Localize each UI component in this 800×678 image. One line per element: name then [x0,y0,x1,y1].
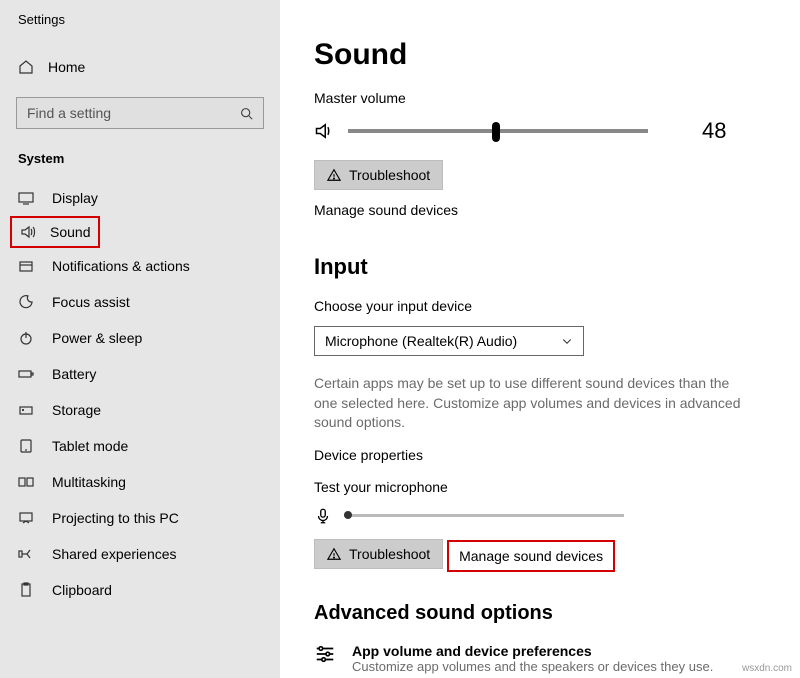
manage-devices-input-link[interactable]: Manage sound devices [447,540,615,572]
sidebar-item-label: Clipboard [52,582,112,598]
sidebar-item-label: Battery [52,366,96,382]
device-properties-link[interactable]: Device properties [314,447,766,463]
app-volume-sub: Customize app volumes and the speakers o… [352,659,713,674]
chevron-down-icon [561,335,573,347]
search-icon [240,107,253,120]
sidebar-item-sound[interactable]: Sound [10,216,100,248]
sidebar-item-label: Display [52,190,98,206]
input-heading: Input [314,254,766,280]
search-input[interactable]: Find a setting [16,97,264,129]
battery-icon [18,366,34,382]
sidebar-item-projecting[interactable]: Projecting to this PC [0,500,280,536]
sidebar-item-focus-assist[interactable]: Focus assist [0,284,280,320]
sidebar-item-label: Tablet mode [52,438,128,454]
home-label: Home [48,59,85,75]
home-icon [18,59,34,75]
storage-icon [18,402,34,418]
sidebar-item-label: Notifications & actions [52,258,190,274]
troubleshoot-output-button[interactable]: Troubleshoot [314,160,443,190]
clipboard-icon [18,582,34,598]
app-volume-row[interactable]: App volume and device preferences Custom… [314,643,766,674]
power-icon [18,330,34,346]
volume-value: 48 [702,118,726,144]
sidebar-item-clipboard[interactable]: Clipboard [0,572,280,608]
tablet-icon [18,438,34,454]
main-content: Sound Master volume 48 Troubleshoot Mana… [280,0,800,678]
sidebar-item-display[interactable]: Display [0,180,280,216]
speaker-icon [314,121,334,141]
mic-level-indicator [344,511,352,519]
search-placeholder: Find a setting [27,105,111,121]
microphone-icon [314,507,332,525]
sidebar-item-label: Focus assist [52,294,130,310]
slider-thumb[interactable] [492,122,500,142]
sidebar-item-label: Power & sleep [52,330,142,346]
multitasking-icon [18,474,34,490]
sidebar-item-storage[interactable]: Storage [0,392,280,428]
sliders-icon [314,643,336,665]
test-mic-label: Test your microphone [314,479,766,495]
focus-assist-icon [18,294,34,310]
input-device-dropdown[interactable]: Microphone (Realtek(R) Audio) [314,326,584,356]
troubleshoot-label: Troubleshoot [349,546,430,562]
manage-devices-output-link[interactable]: Manage sound devices [314,202,766,218]
warning-icon [327,168,341,182]
troubleshoot-input-button[interactable]: Troubleshoot [314,539,443,569]
sidebar-item-label: Sound [50,224,90,240]
sidebar: Settings Home Find a setting System Disp… [0,0,280,678]
page-title: Sound [314,38,766,72]
watermark: wsxdn.com [742,663,792,674]
sidebar-item-tablet-mode[interactable]: Tablet mode [0,428,280,464]
sidebar-item-notifications[interactable]: Notifications & actions [0,248,280,284]
sidebar-item-label: Shared experiences [52,546,177,562]
volume-slider[interactable] [348,129,648,133]
section-header: System [0,147,280,180]
sidebar-item-label: Projecting to this PC [52,510,179,526]
sidebar-item-power-sleep[interactable]: Power & sleep [0,320,280,356]
notifications-icon [18,258,34,274]
sidebar-item-multitasking[interactable]: Multitasking [0,464,280,500]
sidebar-item-shared-experiences[interactable]: Shared experiences [0,536,280,572]
advanced-heading: Advanced sound options [314,602,766,625]
display-icon [18,190,34,206]
choose-input-label: Choose your input device [314,298,766,314]
mic-level-bar [344,514,624,517]
input-hint: Certain apps may be set up to use differ… [314,374,744,433]
warning-icon [327,547,341,561]
app-volume-title: App volume and device preferences [352,643,713,659]
sidebar-item-label: Multitasking [52,474,126,490]
app-title: Settings [0,12,280,27]
input-device-selected: Microphone (Realtek(R) Audio) [325,333,517,349]
home-nav[interactable]: Home [0,53,280,81]
troubleshoot-label: Troubleshoot [349,167,430,183]
master-volume-label: Master volume [314,90,766,106]
sound-icon [20,224,36,240]
projecting-icon [18,510,34,526]
sidebar-item-battery[interactable]: Battery [0,356,280,392]
shared-icon [18,546,34,562]
sidebar-item-label: Storage [52,402,101,418]
